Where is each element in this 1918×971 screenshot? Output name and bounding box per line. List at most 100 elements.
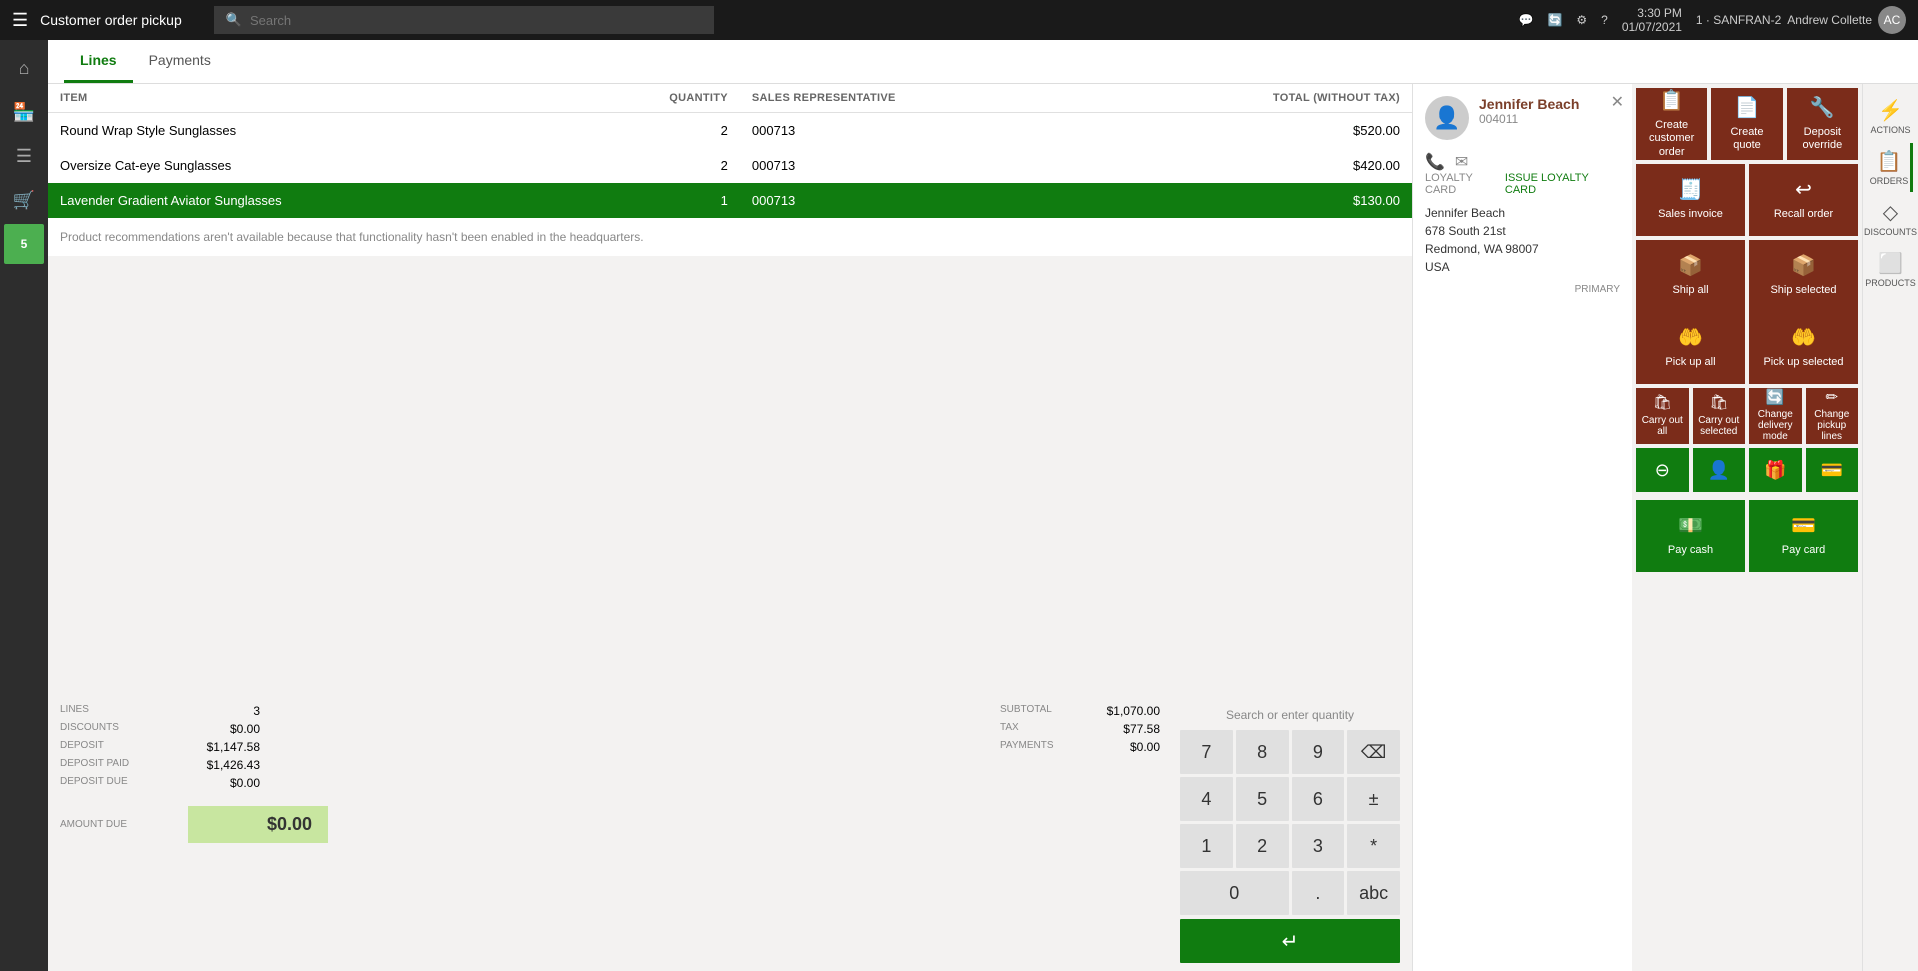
numpad-3[interactable]: 3 xyxy=(1292,824,1345,868)
gift-card-icon-btn[interactable]: 🎁 xyxy=(1749,448,1802,492)
customer-icon-btn[interactable]: 👤 xyxy=(1693,448,1746,492)
deposit-value: $1,147.58 xyxy=(180,740,260,754)
tax-value: $77.58 xyxy=(1080,722,1160,736)
discounts-value: $0.00 xyxy=(180,722,260,736)
deposit-paid-value: $1,426.43 xyxy=(180,758,260,772)
pickup-selected-icon: 🤲 xyxy=(1791,326,1816,350)
orders-icon: 📋 xyxy=(1877,149,1902,174)
numpad-4[interactable]: 4 xyxy=(1180,777,1233,821)
table-row-selected[interactable]: Lavender Gradient Aviator Sunglasses 1 0… xyxy=(48,183,1412,218)
user-info: 1 · SANFRAN-2 Andrew Collette AC xyxy=(1696,6,1906,34)
create-quote-btn[interactable]: 📄 Create quote xyxy=(1711,88,1782,160)
delivery-mode-icon: 🔄 xyxy=(1766,390,1785,407)
sidebar-item-menu[interactable]: ☰ xyxy=(4,136,44,176)
numpad-6[interactable]: 6 xyxy=(1292,777,1345,821)
right-panel: 📋 Create customer order 📄 Create quote 🔧… xyxy=(1632,84,1862,971)
carry-out-selected-btn[interactable]: 🛍 Carry out selected xyxy=(1693,388,1746,444)
far-right-discounts[interactable]: ◇ DISCOUNTS xyxy=(1869,194,1913,243)
sales-invoice-icon: 🧾 xyxy=(1678,178,1703,202)
numpad-plusminus[interactable]: ± xyxy=(1347,777,1400,821)
amount-due-value: $0.00 xyxy=(188,806,328,843)
numpad-0[interactable]: 0 xyxy=(1180,871,1289,915)
recommendation-message: Product recommendations aren't available… xyxy=(48,218,1412,256)
numpad-8[interactable]: 8 xyxy=(1236,730,1289,774)
far-right-orders[interactable]: 📋 ORDERS xyxy=(1869,143,1913,192)
far-right-actions[interactable]: ⚡ ACTIONS xyxy=(1869,92,1913,141)
topbar: ☰ Customer order pickup 🔍 💬 🔄 ⚙ ? 3:30 P… xyxy=(0,0,1918,40)
table-row[interactable]: Oversize Cat-eye Sunglasses 2 000713 $42… xyxy=(48,148,1412,183)
numpad-multiply[interactable]: * xyxy=(1347,824,1400,868)
loyalty-icon-btn[interactable]: 💳 xyxy=(1806,448,1859,492)
sidebar-item-home[interactable]: ⌂ xyxy=(4,48,44,88)
help-icon[interactable]: ? xyxy=(1601,13,1608,27)
tab-bar: Lines Payments xyxy=(48,40,1918,84)
summary-left: LINES 3 DISCOUNTS $0.00 DEPOSIT $1,147.5… xyxy=(60,704,980,963)
discount-icon-btn[interactable]: ⊖ xyxy=(1636,448,1689,492)
numpad-enter[interactable]: ↵ xyxy=(1180,919,1400,963)
payments-label: PAYMENTS xyxy=(1000,740,1080,754)
subtotal-value: $1,070.00 xyxy=(1080,704,1160,718)
create-quote-label: Create quote xyxy=(1715,126,1778,152)
deposit-override-btn[interactable]: 🔧 Deposit override xyxy=(1787,88,1858,160)
numpad-7[interactable]: 7 xyxy=(1180,730,1233,774)
sidebar-item-badge[interactable]: 5 xyxy=(4,224,44,264)
sales-invoice-label: Sales invoice xyxy=(1658,208,1723,221)
far-right-products[interactable]: ⬜ PRODUCTS xyxy=(1869,245,1913,294)
pay-cash-label: Pay cash xyxy=(1668,544,1713,557)
deposit-due-label: DEPOSIT DUE xyxy=(60,776,180,790)
sidebar-item-store[interactable]: 🏪 xyxy=(4,92,44,132)
sales-invoice-btn[interactable]: 🧾 Sales invoice xyxy=(1636,164,1745,236)
tab-payments[interactable]: Payments xyxy=(133,40,227,83)
primary-label: PRIMARY xyxy=(1425,284,1620,295)
pay-cash-btn[interactable]: 💵 Pay cash xyxy=(1636,500,1745,572)
customer-info: Jennifer Beach 004011 xyxy=(1479,96,1620,126)
carry-out-selected-label: Carry out selected xyxy=(1695,415,1744,437)
refresh-icon[interactable]: 🔄 xyxy=(1547,13,1562,27)
numpad-5[interactable]: 5 xyxy=(1236,777,1289,821)
pickup-all-icon: 🤲 xyxy=(1678,326,1703,350)
table-row[interactable]: Round Wrap Style Sunglasses 2 000713 $52… xyxy=(48,113,1412,149)
item-name: Oversize Cat-eye Sunglasses xyxy=(48,148,566,183)
phone-icon[interactable]: 📞 xyxy=(1425,152,1445,172)
topbar-right: 💬 🔄 ⚙ ? 3:30 PM 01/07/2021 1 · SANFRAN-2… xyxy=(1519,6,1907,34)
far-right-sidebar: ⚡ ACTIONS 📋 ORDERS ◇ DISCOUNTS ⬜ PRODUCT… xyxy=(1862,84,1918,971)
email-icon[interactable]: ✉ xyxy=(1455,152,1468,172)
search-input[interactable] xyxy=(250,13,702,28)
pick-up-all-btn[interactable]: 🤲 Pick up all xyxy=(1636,312,1745,384)
change-pickup-lines-btn[interactable]: ✏ Change pickup lines xyxy=(1806,388,1859,444)
pick-up-selected-btn[interactable]: 🤲 Pick up selected xyxy=(1749,312,1858,384)
ship-selected-btn[interactable]: 📦 Ship selected xyxy=(1749,240,1858,312)
search-box[interactable]: 🔍 xyxy=(214,6,714,34)
numpad-9[interactable]: 9 xyxy=(1292,730,1345,774)
tab-lines[interactable]: Lines xyxy=(64,40,133,83)
hamburger-icon[interactable]: ☰ xyxy=(12,10,28,31)
item-quantity: 2 xyxy=(566,113,740,149)
recall-order-btn[interactable]: ↩ Recall order xyxy=(1749,164,1858,236)
pay-card-btn[interactable]: 💳 Pay card xyxy=(1749,500,1858,572)
col-item: ITEM xyxy=(48,84,566,113)
ship-all-btn[interactable]: 📦 Ship all xyxy=(1636,240,1745,312)
change-delivery-mode-btn[interactable]: 🔄 Change delivery mode xyxy=(1749,388,1802,444)
item-total: $520.00 xyxy=(1093,113,1412,149)
actions-label: ACTIONS xyxy=(1871,125,1911,135)
numpad-abc[interactable]: abc xyxy=(1347,871,1400,915)
discounts-label: DISCOUNTS xyxy=(60,722,180,736)
deposit-due-value: $0.00 xyxy=(180,776,260,790)
item-name-selected: Lavender Gradient Aviator Sunglasses xyxy=(48,183,566,218)
issue-loyalty-card[interactable]: Issue loyalty card xyxy=(1505,172,1620,196)
create-customer-order-btn[interactable]: 📋 Create customer order xyxy=(1636,88,1707,160)
orders-label: ORDERS xyxy=(1870,176,1909,186)
carry-out-all-btn[interactable]: 🛍 Carry out all xyxy=(1636,388,1689,444)
customer-close-icon[interactable]: ✕ xyxy=(1611,92,1624,112)
chat-icon[interactable]: 💬 xyxy=(1519,13,1534,27)
numpad-backspace[interactable]: ⌫ xyxy=(1347,730,1400,774)
item-name: Round Wrap Style Sunglasses xyxy=(48,113,566,149)
sidebar-item-cart[interactable]: 🛒 xyxy=(4,180,44,220)
numpad-decimal[interactable]: . xyxy=(1292,871,1345,915)
loyalty-label: LOYALTY CARD xyxy=(1425,172,1505,196)
payments-value: $0.00 xyxy=(1080,740,1160,754)
numpad-2[interactable]: 2 xyxy=(1236,824,1289,868)
customer-id: 004011 xyxy=(1479,112,1620,126)
settings-icon[interactable]: ⚙ xyxy=(1576,13,1587,27)
numpad-1[interactable]: 1 xyxy=(1180,824,1233,868)
